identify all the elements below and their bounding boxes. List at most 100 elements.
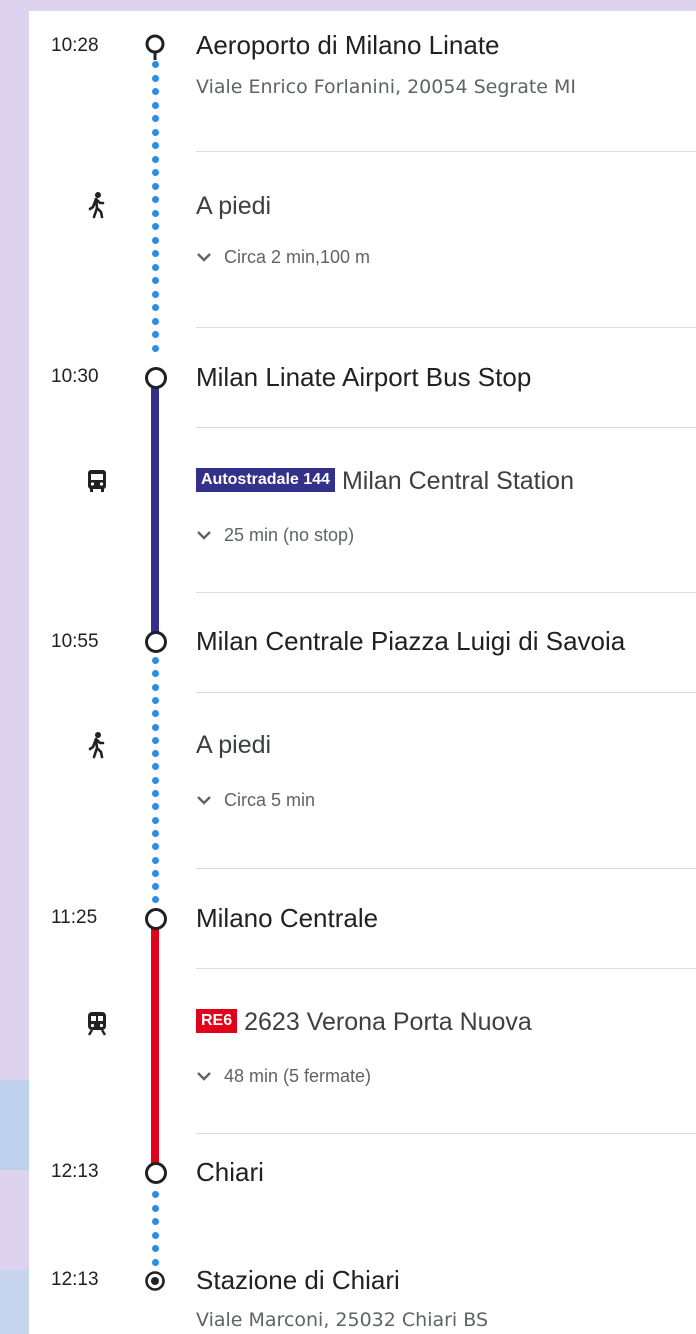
chevron-down-icon [197, 1072, 211, 1081]
walk-dot [152, 1231, 159, 1239]
divider [196, 1133, 696, 1134]
stop-name[interactable]: Chiari [196, 1156, 264, 1188]
walk-dot [152, 710, 159, 718]
destination-icon [144, 1270, 166, 1292]
walk-dot [152, 1218, 159, 1225]
walk-dot [152, 763, 159, 771]
segment-mode-label: A piedi [196, 731, 272, 759]
walk-dot [152, 869, 159, 877]
walk-dot [152, 263, 159, 271]
stop-node [145, 367, 167, 389]
origin-pin-icon [144, 33, 166, 61]
chevron-down-icon [197, 796, 211, 805]
walk-icon [84, 191, 110, 219]
walk-dot [152, 236, 159, 244]
walk-dot [152, 776, 159, 784]
segment-details-toggle[interactable]: 48 min (5 fermate) [196, 1064, 371, 1088]
itinerary-card: 10:28 Aeroporto di Milano Linate Viale E… [29, 11, 696, 1334]
walk-dot [152, 683, 159, 691]
divider [196, 692, 696, 693]
route-headsign: Milan Central Station [341, 467, 574, 495]
transit-line[interactable]: Autostradale 144 Milan Central Station [196, 466, 574, 496]
train-route-line [151, 925, 159, 1175]
walk-dot [152, 736, 159, 744]
bus-route-line [151, 383, 159, 633]
walk-dot [152, 816, 159, 824]
walk-dot [152, 223, 159, 230]
transit-line[interactable]: RE6 2623 Verona Porta Nuova [196, 1007, 532, 1037]
segment-mode-label: A piedi [196, 192, 272, 220]
stop-node [145, 908, 167, 930]
segment-detail: 25 min (no stop) [224, 525, 355, 545]
stop-name[interactable]: Aeroporto di Milano Linate [196, 29, 500, 61]
walk-dot [152, 101, 159, 109]
walk-dot [152, 128, 159, 136]
route-headsign: 2623 Verona Porta Nuova [244, 1008, 532, 1036]
segment-details-toggle[interactable]: 25 min (no stop) [196, 523, 354, 547]
divider [196, 151, 696, 152]
walk-dot [152, 196, 159, 203]
bus-icon [84, 467, 110, 495]
background-shape [0, 1270, 32, 1334]
walk-dot [152, 696, 159, 704]
walk-dot [152, 88, 159, 95]
stop-name[interactable]: Stazione di Chiari [196, 1264, 400, 1296]
walk-dot [152, 670, 159, 678]
walk-dot [152, 115, 159, 122]
walk-dot [152, 182, 159, 190]
stop-name[interactable]: Milan Linate Airport Bus Stop [196, 361, 531, 393]
stop-address: Viale Enrico Forlanini, 20054 Segrate MI [196, 76, 577, 98]
stop-time: 11:25 [51, 907, 98, 928]
stop-time: 10:55 [51, 631, 99, 652]
segment-details-toggle[interactable]: Circa 5 min [196, 788, 315, 812]
walk-dot [152, 1245, 159, 1252]
walk-dot [152, 790, 159, 797]
walk-dot [152, 250, 159, 257]
walk-dot [152, 142, 159, 149]
train-icon [84, 1009, 110, 1037]
walk-dot [152, 723, 159, 731]
walk-dot [152, 896, 159, 904]
walk-dot [152, 750, 159, 758]
stop-node [145, 631, 167, 653]
segment-detail: 48 min (5 fermate) [224, 1066, 372, 1086]
stop-name[interactable]: Milano Centrale [196, 902, 378, 934]
divider [196, 592, 696, 593]
route-badge: Autostradale 144 [196, 468, 335, 493]
walk-dot [152, 304, 159, 311]
walk-icon [84, 731, 110, 759]
chevron-down-icon [197, 253, 211, 262]
walk-dot [152, 317, 159, 325]
walk-dot [152, 209, 159, 217]
walk-dot [152, 61, 159, 68]
walk-dot [152, 1191, 159, 1198]
walk-dot [152, 74, 159, 82]
stop-address: Viale Marconi, 25032 Chiari BS [196, 1309, 489, 1331]
walk-dot [152, 331, 159, 338]
chevron-down-icon [197, 531, 211, 540]
stop-node [145, 1162, 167, 1184]
walk-dot [152, 155, 159, 163]
walk-dot [152, 344, 159, 352]
walk-dot [152, 277, 159, 284]
route-badge: RE6 [196, 1009, 238, 1034]
walk-dot [152, 1258, 159, 1266]
walk-dot [152, 856, 159, 864]
walk-dot [152, 883, 159, 891]
stop-time: 12:13 [51, 1269, 99, 1290]
divider [196, 968, 696, 969]
divider [196, 427, 696, 428]
divider [196, 868, 696, 869]
segment-details-toggle[interactable]: Circa 2 min,100 m [196, 245, 370, 269]
segment-detail: Circa 5 min [224, 790, 316, 810]
stop-name[interactable]: Milan Centrale Piazza Luigi di Savoia [196, 625, 625, 657]
walk-dot [152, 803, 159, 811]
walk-dot [152, 290, 159, 298]
stop-time: 10:28 [51, 35, 99, 56]
walk-dot [152, 169, 159, 176]
walk-dot [152, 843, 159, 851]
walk-dot [152, 657, 159, 664]
walk-dot [152, 1204, 159, 1212]
stop-time: 12:13 [51, 1161, 99, 1182]
walk-dot [152, 829, 159, 837]
